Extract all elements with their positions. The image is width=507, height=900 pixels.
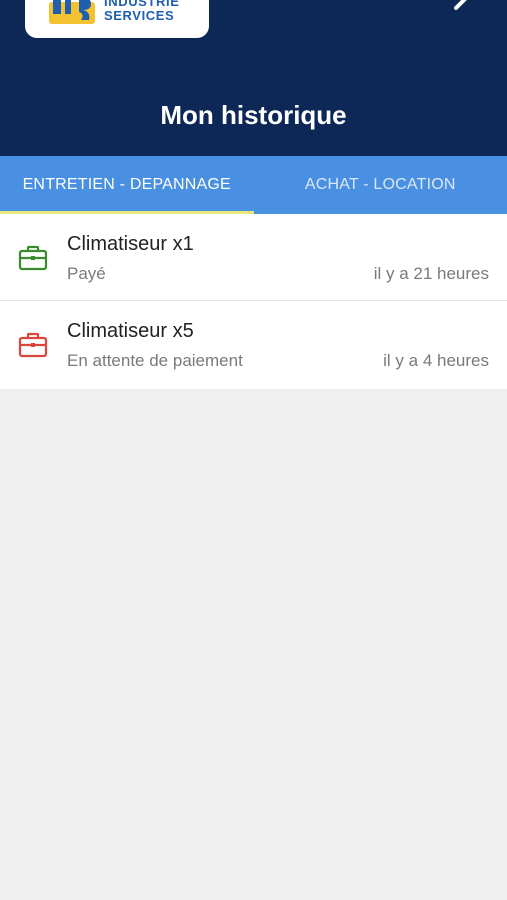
item-status: Payé [67, 264, 106, 283]
company-logo: INDUSTRIE SERVICES [25, 0, 209, 38]
item-status: En attente de paiement [67, 351, 243, 370]
tab-bar: ENTRETIEN - DEPANNAGE ACHAT - LOCATION [0, 156, 507, 214]
briefcase-icon [18, 245, 48, 271]
chevron-left-icon [454, 0, 467, 10]
header: INDUSTRIE SERVICES Mon historique [0, 0, 507, 156]
tab-label: ENTRETIEN - DEPANNAGE [22, 176, 231, 193]
item-time: il y a 4 heures [383, 351, 489, 370]
tab-entretien-depannage[interactable]: ENTRETIEN - DEPANNAGE [0, 156, 254, 214]
history-list: Climatiseur x1 Payé il y a 21 heures Cli… [0, 214, 507, 389]
briefcase-icon [18, 332, 48, 358]
logo-text: INDUSTRIE SERVICES [104, 0, 179, 23]
list-item[interactable]: Climatiseur x5 En attente de paiement il… [0, 301, 507, 389]
tab-label: ACHAT - LOCATION [304, 176, 456, 193]
app-screen: INDUSTRIE SERVICES Mon historique ENTRET… [0, 0, 507, 900]
item-title: Climatiseur x5 [67, 320, 194, 342]
item-title: Climatiseur x1 [67, 233, 194, 255]
list-item[interactable]: Climatiseur x1 Payé il y a 21 heures [0, 214, 507, 301]
logo-line-2: SERVICES [104, 8, 175, 23]
tab-achat-location[interactable]: ACHAT - LOCATION [254, 156, 507, 214]
item-time: il y a 21 heures [373, 264, 489, 283]
logo-mark-icon [49, 0, 95, 24]
back-button[interactable] [446, 0, 480, 20]
page-title: Mon historique [160, 100, 347, 130]
